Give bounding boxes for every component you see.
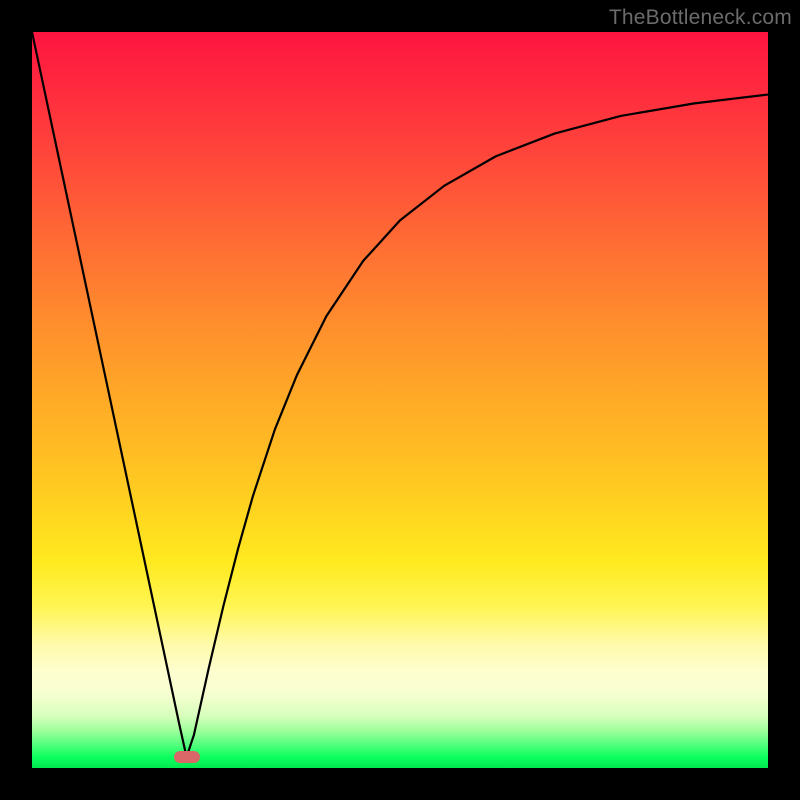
minimum-marker — [174, 751, 200, 763]
curve-svg — [32, 32, 768, 768]
attribution-text: TheBottleneck.com — [609, 6, 792, 30]
chart-frame: TheBottleneck.com — [0, 0, 800, 800]
curve-path — [32, 32, 768, 757]
plot-area — [32, 32, 768, 768]
